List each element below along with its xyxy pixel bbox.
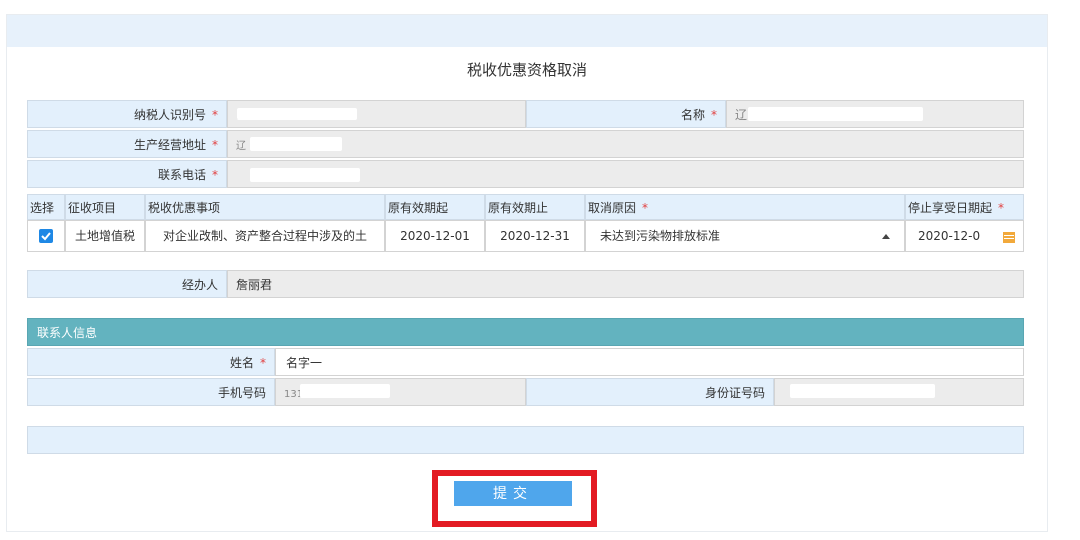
address-value: 辽 [236, 141, 246, 152]
header-valid-from: 原有效期起 [385, 194, 485, 220]
calendar-icon[interactable] [1003, 231, 1015, 243]
redaction-mask [237, 108, 357, 120]
contact-name-label-text: 姓名 [229, 356, 254, 370]
taxpayer-name-value: 辽 [735, 108, 748, 122]
taxpayer-id-label: 纳税人识别号 * [27, 100, 227, 128]
header-cancel-reason-text: 取消原因 [588, 201, 637, 215]
phone-label-text: 联系电话 [157, 168, 206, 182]
header-cancel-reason: 取消原因 * [585, 194, 905, 220]
redaction-mask [748, 107, 923, 121]
contact-section-header: 联系人信息 [27, 318, 1024, 346]
address-label-text: 生产经营地址 [133, 138, 206, 152]
address-label: 生产经营地址 * [27, 130, 227, 158]
cancel-reason-value: 未达到污染物排放标准 [600, 229, 721, 243]
redaction-mask [250, 137, 342, 151]
header-stop-date-text: 停止享受日期起 [908, 201, 993, 215]
row-checkbox[interactable] [39, 229, 53, 243]
handler-field: 詹丽君 [227, 270, 1024, 298]
mobile-label: 手机号码 [27, 378, 275, 406]
redaction-mask [300, 384, 390, 398]
stop-date-value: 2020-12-0 [918, 229, 981, 243]
taxpayer-name-label: 名称 * [526, 100, 726, 128]
row-valid-to: 2020-12-31 [485, 220, 585, 252]
taxpayer-name-label-text: 名称 [680, 108, 705, 122]
row-levy-item: 土地增值税 [65, 220, 145, 252]
row-select-cell [27, 220, 65, 252]
caret-up-icon [882, 234, 890, 239]
header-incentive: 税收优惠事项 [145, 194, 385, 220]
contact-name-label: 姓名 * [27, 348, 275, 376]
header-levy-item: 征收项目 [65, 194, 145, 220]
row-valid-from: 2020-12-01 [385, 220, 485, 252]
required-mark: * [212, 168, 218, 182]
header-valid-to: 原有效期止 [485, 194, 585, 220]
header-select: 选择 [27, 194, 65, 220]
check-icon [41, 232, 51, 241]
header-stop-date: 停止享受日期起 * [905, 194, 1024, 220]
submit-button[interactable]: 提交 [454, 481, 572, 506]
panel-top-bar [7, 15, 1047, 47]
phone-label: 联系电话 * [27, 160, 227, 188]
idcard-label: 身份证号码 [526, 378, 774, 406]
address-field[interactable]: 辽 [227, 130, 1024, 158]
required-mark: * [998, 201, 1005, 215]
contact-name-input[interactable]: 名字一 [275, 348, 1024, 376]
stop-date-input[interactable]: 2020-12-0 [905, 220, 1024, 252]
required-mark: * [642, 201, 649, 215]
required-mark: * [260, 356, 266, 370]
page-title: 税收优惠资格取消 [466, 61, 587, 79]
taxpayer-id-label-text: 纳税人识别号 [133, 108, 206, 122]
cancel-reason-select[interactable]: 未达到污染物排放标准 [585, 220, 905, 252]
redaction-mask [250, 168, 360, 182]
row-incentive: 对企业改制、资产整合过程中涉及的土 [145, 220, 385, 252]
required-mark: * [212, 108, 218, 122]
required-mark: * [711, 108, 717, 122]
empty-bar [27, 426, 1024, 454]
redaction-mask [790, 384, 935, 398]
required-mark: * [212, 138, 218, 152]
handler-label: 经办人 [27, 270, 227, 298]
